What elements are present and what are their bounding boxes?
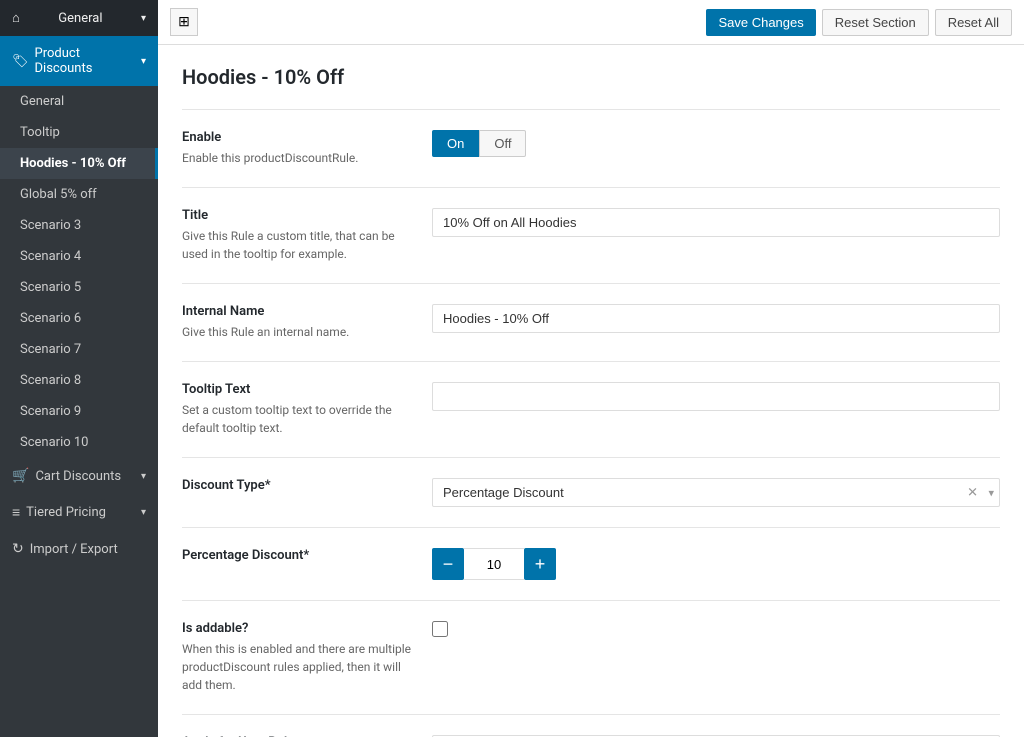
discount-type-label: Discount Type* (182, 478, 412, 493)
internal-name-label: Internal Name (182, 304, 412, 319)
tooltip-text-label-col: Tooltip Text Set a custom tooltip text t… (182, 382, 432, 437)
sidebar-item-scenario-6[interactable]: Scenario 6 (0, 303, 158, 334)
refresh-icon: ↻ (12, 541, 24, 557)
list-icon: ≡ (12, 504, 20, 521)
tooltip-text-label: Tooltip Text (182, 382, 412, 397)
sidebar-item-hoodies-10-off[interactable]: Hoodies - 10% Off (0, 148, 158, 179)
is-addable-checkbox[interactable] (432, 621, 448, 637)
enable-control-col: On Off (432, 130, 1000, 157)
import-export-label: Import / Export (30, 542, 118, 557)
percentage-stepper: − + (432, 548, 1000, 580)
enable-section: Enable Enable this productDiscountRule. … (182, 109, 1000, 187)
general-arrow-icon: ▾ (141, 13, 146, 24)
tooltip-text-input[interactable] (432, 382, 1000, 411)
sidebar-import-export[interactable]: ↻ Import / Export (0, 531, 158, 567)
title-label-col: Title Give this Rule a custom title, tha… (182, 208, 432, 263)
is-addable-desc: When this is enabled and there are multi… (182, 640, 412, 694)
sidebar-tiered-pricing[interactable]: ≡ Tiered Pricing ▾ (0, 494, 158, 531)
product-discounts-arrow-icon: ▾ (141, 56, 146, 67)
tooltip-text-section: Tooltip Text Set a custom tooltip text t… (182, 361, 1000, 457)
sidebar-product-discounts[interactable]: 🏷 Product Discounts ▾ (0, 36, 158, 86)
is-addable-control-col (432, 621, 1000, 641)
title-input[interactable] (432, 208, 1000, 237)
sidebar: ⌂ General ▾ 🏷 Product Discounts ▾ Genera… (0, 0, 158, 737)
internal-name-section: Internal Name Give this Rule an internal… (182, 283, 1000, 361)
tooltip-text-control-col (432, 382, 1000, 411)
title-section: Title Give this Rule a custom title, tha… (182, 187, 1000, 283)
reset-section-button[interactable]: Reset Section (822, 9, 929, 36)
save-changes-button[interactable]: Save Changes (706, 9, 815, 36)
internal-name-desc: Give this Rule an internal name. (182, 323, 412, 341)
sidebar-cart-discounts[interactable]: 🛒 Cart Discounts ▾ (0, 458, 158, 494)
sidebar-item-scenario-4[interactable]: Scenario 4 (0, 241, 158, 272)
tiered-pricing-label: Tiered Pricing (26, 505, 106, 520)
stepper-increment-button[interactable]: + (524, 548, 556, 580)
percentage-discount-label-col: Percentage Discount* (182, 548, 432, 567)
stepper-value-input[interactable] (464, 548, 524, 580)
reset-all-button[interactable]: Reset All (935, 9, 1012, 36)
tiered-pricing-arrow-icon: ▾ (141, 507, 146, 518)
enable-label: Enable (182, 130, 412, 145)
sidebar-item-global-5-off[interactable]: Global 5% off (0, 179, 158, 210)
internal-name-control-col (432, 304, 1000, 333)
percentage-discount-section: Percentage Discount* − + (182, 527, 1000, 600)
grid-icon[interactable]: ⊞ (170, 8, 198, 36)
content-area: Hoodies - 10% Off Enable Enable this pro… (158, 45, 1024, 737)
topbar-buttons: Save Changes Reset Section Reset All (706, 9, 1012, 36)
toggle-on-button[interactable]: On (432, 130, 479, 157)
title-desc: Give this Rule a custom title, that can … (182, 227, 412, 263)
sidebar-general[interactable]: ⌂ General ▾ (0, 0, 158, 36)
discount-type-clear-icon[interactable]: ✕ (967, 485, 978, 500)
tooltip-text-desc: Set a custom tooltip text to override th… (182, 401, 412, 437)
sidebar-item-scenario-7[interactable]: Scenario 7 (0, 334, 158, 365)
sidebar-item-scenario-10[interactable]: Scenario 10 (0, 427, 158, 458)
toggle-off-button[interactable]: Off (479, 130, 526, 157)
percentage-discount-label: Percentage Discount* (182, 548, 412, 563)
sidebar-item-general[interactable]: General (0, 86, 158, 117)
sidebar-item-scenario-3[interactable]: Scenario 3 (0, 210, 158, 241)
cart-discounts-arrow-icon: ▾ (141, 471, 146, 482)
discount-type-select-wrap: Percentage Discount ✕ ▾ (432, 478, 1000, 507)
is-addable-label-col: Is addable? When this is enabled and the… (182, 621, 432, 694)
sidebar-item-scenario-9[interactable]: Scenario 9 (0, 396, 158, 427)
page-title: Hoodies - 10% Off (182, 65, 1000, 89)
main-area: ⊞ Save Changes Reset Section Reset All H… (158, 0, 1024, 737)
sidebar-item-scenario-5[interactable]: Scenario 5 (0, 272, 158, 303)
enable-label-col: Enable Enable this productDiscountRule. (182, 130, 432, 167)
product-discounts-label: Product Discounts (35, 46, 135, 76)
is-addable-section: Is addable? When this is enabled and the… (182, 600, 1000, 714)
discount-type-section: Discount Type* Percentage Discount ✕ ▾ (182, 457, 1000, 527)
internal-name-input[interactable] (432, 304, 1000, 333)
cart-icon: 🛒 (12, 468, 29, 484)
tag-icon: 🏷 (12, 54, 29, 69)
enable-desc: Enable this productDiscountRule. (182, 149, 412, 167)
title-control-col (432, 208, 1000, 237)
cart-discounts-label: Cart Discounts (35, 469, 121, 484)
topbar: ⊞ Save Changes Reset Section Reset All (158, 0, 1024, 45)
discount-type-control-col: Percentage Discount ✕ ▾ (432, 478, 1000, 507)
sidebar-general-label: General (58, 11, 102, 26)
user-roles-section: Apply for User Roles Apply this discount… (182, 714, 1000, 737)
is-addable-label: Is addable? (182, 621, 412, 636)
enable-toggle: On Off (432, 130, 1000, 157)
percentage-discount-control-col: − + (432, 548, 1000, 580)
discount-type-label-col: Discount Type* (182, 478, 432, 497)
topbar-left: ⊞ (170, 8, 198, 36)
internal-name-label-col: Internal Name Give this Rule an internal… (182, 304, 432, 341)
home-icon: ⌂ (12, 10, 20, 26)
title-label: Title (182, 208, 412, 223)
stepper-decrement-button[interactable]: − (432, 548, 464, 580)
sidebar-item-scenario-8[interactable]: Scenario 8 (0, 365, 158, 396)
sidebar-item-tooltip[interactable]: Tooltip (0, 117, 158, 148)
discount-type-select[interactable]: Percentage Discount (432, 478, 1000, 507)
